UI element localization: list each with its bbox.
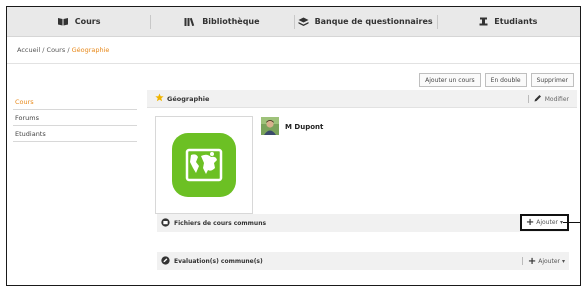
book-icon <box>57 17 69 26</box>
section-title: Fichiers de cours communs <box>174 219 267 227</box>
caret-down-icon: ▾ <box>561 257 565 265</box>
person-icon <box>479 17 488 26</box>
pencil-icon <box>534 94 542 104</box>
common-evaluations-section: Evaluation(s) commune(s) + Ajouter ▾ <box>157 252 569 270</box>
tab-label: Bibliothèque <box>202 17 260 26</box>
edit-label: Modifier <box>544 95 569 103</box>
app-frame: Cours Bibliothèque Banque de questionnai… <box>6 6 581 286</box>
avatar[interactable] <box>261 117 279 137</box>
tab-cours[interactable]: Cours <box>7 7 150 36</box>
sidebar: Cours Forums Etudiants <box>13 94 137 142</box>
tab-etudiants[interactable]: Etudiants <box>436 7 580 36</box>
section-title: Evaluation(s) commune(s) <box>174 257 263 265</box>
course-thumbnail[interactable] <box>155 116 253 214</box>
course-toolbar: Ajouter un cours En double Supprimer <box>419 73 574 87</box>
tab-label: Etudiants <box>494 17 538 26</box>
breadcrumb: Accueil / Cours / Géographie <box>17 46 109 54</box>
breadcrumb-home[interactable]: Accueil <box>17 46 40 54</box>
divider <box>521 257 523 265</box>
star-icon[interactable] <box>155 93 164 104</box>
sidebar-item-etudiants[interactable]: Etudiants <box>13 126 137 142</box>
library-icon <box>184 17 196 26</box>
tab-label: Banque de questionnaires <box>314 17 433 26</box>
add-evaluation-button[interactable]: + Ajouter ▾ <box>521 252 565 270</box>
duplicate-button[interactable]: En double <box>484 73 527 87</box>
plus-icon: + <box>525 217 535 228</box>
stack-icon <box>298 17 309 26</box>
evaluation-icon <box>161 255 170 267</box>
common-files-section: Fichiers de cours communs + Ajouter ▾ <box>157 214 569 232</box>
divider <box>527 95 529 103</box>
teacher-info: M Dupont <box>261 117 323 137</box>
plus-icon: + <box>527 255 537 267</box>
tab-label: Cours <box>74 17 101 26</box>
breadcrumb-current: Géographie <box>71 46 110 54</box>
add-course-button[interactable]: Ajouter un cours <box>419 73 481 87</box>
divider <box>7 63 580 64</box>
course-header: Géographie Modifier <box>147 90 577 108</box>
folder-icon <box>161 217 170 229</box>
callout-line <box>563 222 580 223</box>
sidebar-item-forums[interactable]: Forums <box>13 110 137 126</box>
add-label: Ajouter <box>536 219 558 226</box>
add-file-button[interactable]: + Ajouter ▾ <box>519 214 569 231</box>
top-navigation: Cours Bibliothèque Banque de questionnai… <box>7 7 580 37</box>
delete-button[interactable]: Supprimer <box>530 73 574 87</box>
edit-course-button[interactable]: Modifier <box>527 90 569 108</box>
tab-banque-questionnaires[interactable]: Banque de questionnaires <box>293 7 437 36</box>
add-label: Ajouter <box>538 257 560 265</box>
teacher-name[interactable]: M Dupont <box>285 123 323 131</box>
tab-bibliotheque[interactable]: Bibliothèque <box>150 7 293 36</box>
course-title: Géographie <box>167 94 210 103</box>
sidebar-item-cours[interactable]: Cours <box>13 94 137 110</box>
breadcrumb-courses[interactable]: Cours <box>47 46 66 54</box>
map-icon <box>172 133 236 197</box>
